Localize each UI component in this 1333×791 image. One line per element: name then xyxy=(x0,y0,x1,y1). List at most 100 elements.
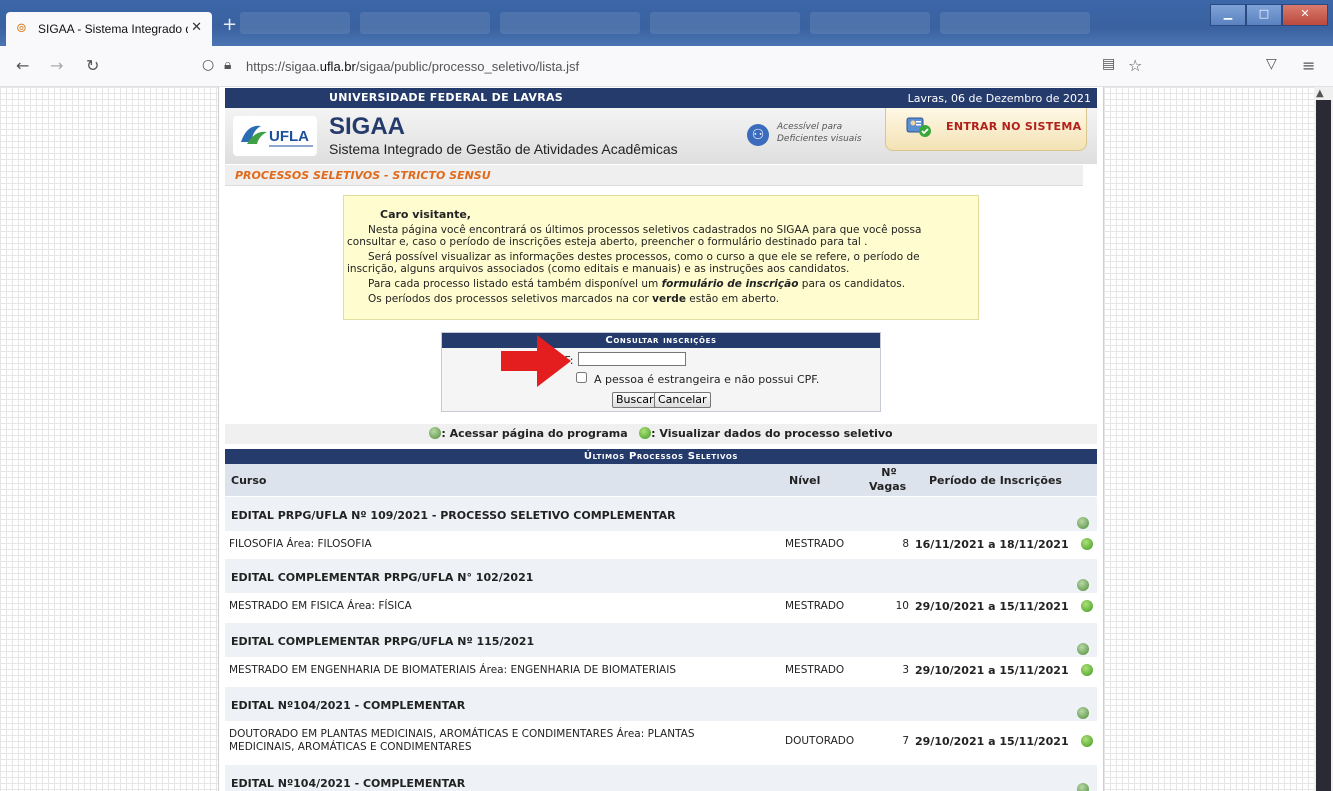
notice-line: Nesta página você encontrará os últimos … xyxy=(368,224,922,236)
notice-line: Será possível visualizar as informações … xyxy=(368,251,920,263)
ufla-logo[interactable]: UFLA xyxy=(233,116,317,156)
notice-line: consultar e, caso o período de inscriçõe… xyxy=(347,236,868,248)
table-row: MESTRADO EM ENGENHARIA DE BIOMATERIAIS Á… xyxy=(225,657,1097,683)
address-bar[interactable]: ○ 🔒︎ https://sigaa.ufla.br/sigaa/public/… xyxy=(202,52,1160,80)
course-level: MESTRADO xyxy=(785,600,845,612)
background-tab[interactable] xyxy=(940,12,1090,34)
app-name: SIGAA xyxy=(329,113,406,140)
process-group: EDITAL COMPLEMENTAR PRPG/UFLA Nº 115/202… xyxy=(225,623,1097,657)
col-vagas: Vagas xyxy=(869,480,907,493)
accessibility-link[interactable]: Acessível para Deficientes visuais xyxy=(777,121,862,145)
svg-text:UFLA: UFLA xyxy=(269,128,309,145)
col-periodo: Período de Inscrições xyxy=(929,474,1062,487)
accessibility-icon[interactable]: ⚇ xyxy=(747,124,769,146)
course-name: MESTRADO EM FISICA Área: FÍSICA xyxy=(229,600,412,612)
notice-greeting: Caro visitante, xyxy=(380,208,471,221)
process-group: EDITAL Nº104/2021 - COMPLEMENTAR xyxy=(225,687,1097,721)
course-name: DOUTORADO EM PLANTAS MEDICINAIS, AROMÁTI… xyxy=(229,728,695,740)
program-page-icon[interactable] xyxy=(1077,643,1089,655)
course-level: MESTRADO xyxy=(785,538,845,550)
vacancies: 3 xyxy=(902,664,909,676)
login-label: ENTRAR NO SISTEMA xyxy=(946,120,1082,133)
course-name-cont: MEDICINAIS, AROMÁTICAS E CONDIMENTARES xyxy=(229,741,472,753)
table-header: Curso Nível Nº Vagas Período de Inscriçõ… xyxy=(225,464,1097,496)
app-subtitle: Sistema Integrado de Gestão de Atividade… xyxy=(329,141,678,157)
col-curso: Curso xyxy=(231,474,267,487)
site-header: UFLA SIGAA Sistema Integrado de Gestão d… xyxy=(225,108,1097,164)
login-button[interactable]: ENTRAR NO SISTEMA xyxy=(885,108,1087,151)
browser-tab-bar: ⊚ SIGAA - Sistema Integrado de G ✕ + ▁ □… xyxy=(0,0,1333,46)
icon-legend: : Acessar página do programa : Visualiza… xyxy=(225,424,1097,444)
active-tab[interactable]: ⊚ SIGAA - Sistema Integrado de G ✕ xyxy=(6,12,212,46)
table-row: FILOSOFIA Área: FILOSOFIA MESTRADO 8 16/… xyxy=(225,531,1097,557)
search-button[interactable]: Buscar xyxy=(612,392,658,408)
process-group: EDITAL COMPLEMENTAR PRPG/UFLA N° 102/202… xyxy=(225,559,1097,593)
tab-title: SIGAA - Sistema Integrado de G xyxy=(38,22,188,36)
view-process-icon xyxy=(639,427,652,439)
lock-icon[interactable]: 🔒︎ xyxy=(224,57,231,73)
program-page-icon[interactable] xyxy=(1077,579,1089,591)
reload-icon[interactable]: ↻ xyxy=(86,56,99,75)
table-row: MESTRADO EM FISICA Área: FÍSICA MESTRADO… xyxy=(225,593,1097,619)
process-title: EDITAL COMPLEMENTAR PRPG/UFLA N° 102/202… xyxy=(231,571,534,584)
notice-line: Para cada processo listado está também d… xyxy=(368,278,906,290)
login-icon xyxy=(906,117,931,137)
process-title: EDITAL Nº104/2021 - COMPLEMENTAR xyxy=(231,699,466,712)
notice-line: inscrição, alguns arquivos associados (c… xyxy=(347,263,850,275)
shield-icon[interactable]: ○ xyxy=(202,57,214,73)
cancel-button[interactable]: Cancelar xyxy=(654,392,711,408)
bookmark-star-icon[interactable]: ☆ xyxy=(1128,56,1142,75)
breadcrumb-title: PROCESSOS SELETIVOS - STRICTO SENSU xyxy=(235,169,491,182)
course-name: MESTRADO EM ENGENHARIA DE BIOMATERIAIS Á… xyxy=(229,664,676,676)
vacancies: 7 xyxy=(902,735,909,747)
program-page-icon[interactable] xyxy=(1077,707,1089,719)
background-tab[interactable] xyxy=(650,12,800,34)
background-tab[interactable] xyxy=(500,12,640,34)
url-text[interactable]: https://sigaa.ufla.br/sigaa/public/proce… xyxy=(246,59,579,74)
back-arrow-icon[interactable]: ← xyxy=(16,56,29,75)
university-name: UNIVERSIDADE FEDERAL DE LAVRAS xyxy=(329,91,564,104)
process-title: EDITAL PRPG/UFLA Nº 109/2021 - PROCESSO … xyxy=(231,509,676,522)
enrollment-period: 16/11/2021 a 18/11/2021 xyxy=(915,538,1069,551)
process-title: EDITAL Nº104/2021 - COMPLEMENTAR xyxy=(231,777,466,790)
view-process-icon[interactable] xyxy=(1081,538,1093,550)
background-tab[interactable] xyxy=(360,12,490,34)
background-tab[interactable] xyxy=(810,12,930,34)
loading-icon: ⊚ xyxy=(16,21,27,36)
close-window-button[interactable]: ✕ xyxy=(1282,4,1328,26)
program-page-icon[interactable] xyxy=(1077,517,1089,529)
enrollment-period: 29/10/2021 a 15/11/2021 xyxy=(915,600,1069,613)
foreign-checkbox[interactable] xyxy=(576,372,587,383)
menu-icon[interactable]: ≡ xyxy=(1302,56,1315,75)
col-nivel: Nível xyxy=(789,474,821,487)
process-group: EDITAL Nº104/2021 - COMPLEMENTAR xyxy=(225,765,1097,791)
red-arrow-annotation xyxy=(501,335,571,387)
vacancies: 8 xyxy=(902,538,909,550)
pocket-icon[interactable]: ▽ xyxy=(1266,56,1277,72)
minimize-window-button[interactable]: ▁ xyxy=(1210,4,1246,26)
background-tab[interactable] xyxy=(240,12,350,34)
process-group: EDITAL PRPG/UFLA Nº 109/2021 - PROCESSO … xyxy=(225,497,1097,531)
maximize-window-button[interactable]: □ xyxy=(1246,4,1282,26)
program-page-icon xyxy=(429,427,442,439)
breadcrumb: PROCESSOS SELETIVOS - STRICTO SENSU xyxy=(225,165,1083,186)
close-tab-icon[interactable]: ✕ xyxy=(191,20,202,35)
cpf-input[interactable] xyxy=(578,352,686,366)
view-process-icon[interactable] xyxy=(1081,735,1093,747)
col-vagas-num: Nº xyxy=(881,466,897,479)
course-level: DOUTORADO xyxy=(785,735,855,747)
view-process-icon[interactable] xyxy=(1081,664,1093,676)
notice-line: Os períodos dos processos seletivos marc… xyxy=(368,293,780,305)
scroll-up-icon[interactable]: ▲ xyxy=(1316,88,1324,99)
program-page-icon[interactable] xyxy=(1077,783,1089,791)
view-process-icon[interactable] xyxy=(1081,600,1093,612)
visitor-notice: Caro visitante, Nesta página você encont… xyxy=(343,195,979,320)
course-level: MESTRADO xyxy=(785,664,845,676)
new-tab-button[interactable]: + xyxy=(222,14,237,35)
foreign-checkbox-label[interactable]: A pessoa é estrangeira e não possui CPF. xyxy=(594,373,819,386)
forward-arrow-icon[interactable]: → xyxy=(50,56,63,75)
enrollment-period: 29/10/2021 a 15/11/2021 xyxy=(915,664,1069,677)
reader-view-icon[interactable]: ▤ xyxy=(1102,56,1115,72)
process-title: EDITAL COMPLEMENTAR PRPG/UFLA Nº 115/202… xyxy=(231,635,535,648)
scrollbar-thumb[interactable] xyxy=(1316,100,1331,791)
